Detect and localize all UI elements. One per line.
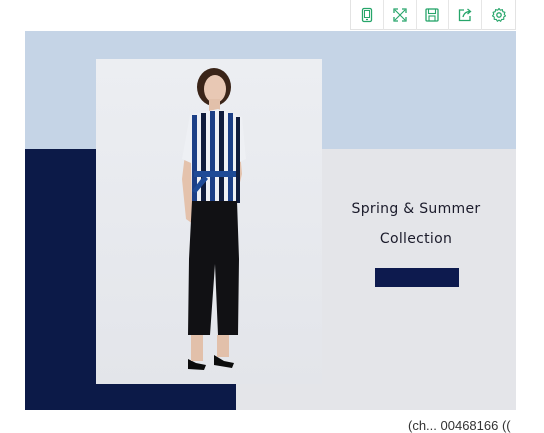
share-icon — [459, 8, 472, 22]
model-illustration — [182, 68, 246, 370]
save-button[interactable] — [417, 0, 450, 30]
editor-toolbar — [350, 0, 516, 30]
shop-now-button[interactable] — [375, 268, 459, 287]
fullscreen-button[interactable] — [384, 0, 417, 30]
banner-canvas[interactable]: Spring & Summer Collection — [25, 31, 516, 410]
mobile-icon — [361, 7, 373, 23]
collection-headline: Spring & Summer Collection — [342, 194, 490, 254]
headline-line-1: Spring & Summer — [351, 201, 481, 217]
model-photo — [96, 59, 322, 384]
share-button[interactable] — [449, 0, 483, 30]
fullscreen-icon — [393, 8, 407, 22]
settings-icon — [491, 7, 506, 22]
settings-button[interactable] — [482, 0, 515, 30]
footer-partial-text: (ch... 00468166 (( — [408, 418, 511, 433]
mobile-preview-button[interactable] — [351, 0, 384, 30]
save-icon — [425, 8, 440, 22]
headline-line-2: Collection — [379, 231, 453, 247]
